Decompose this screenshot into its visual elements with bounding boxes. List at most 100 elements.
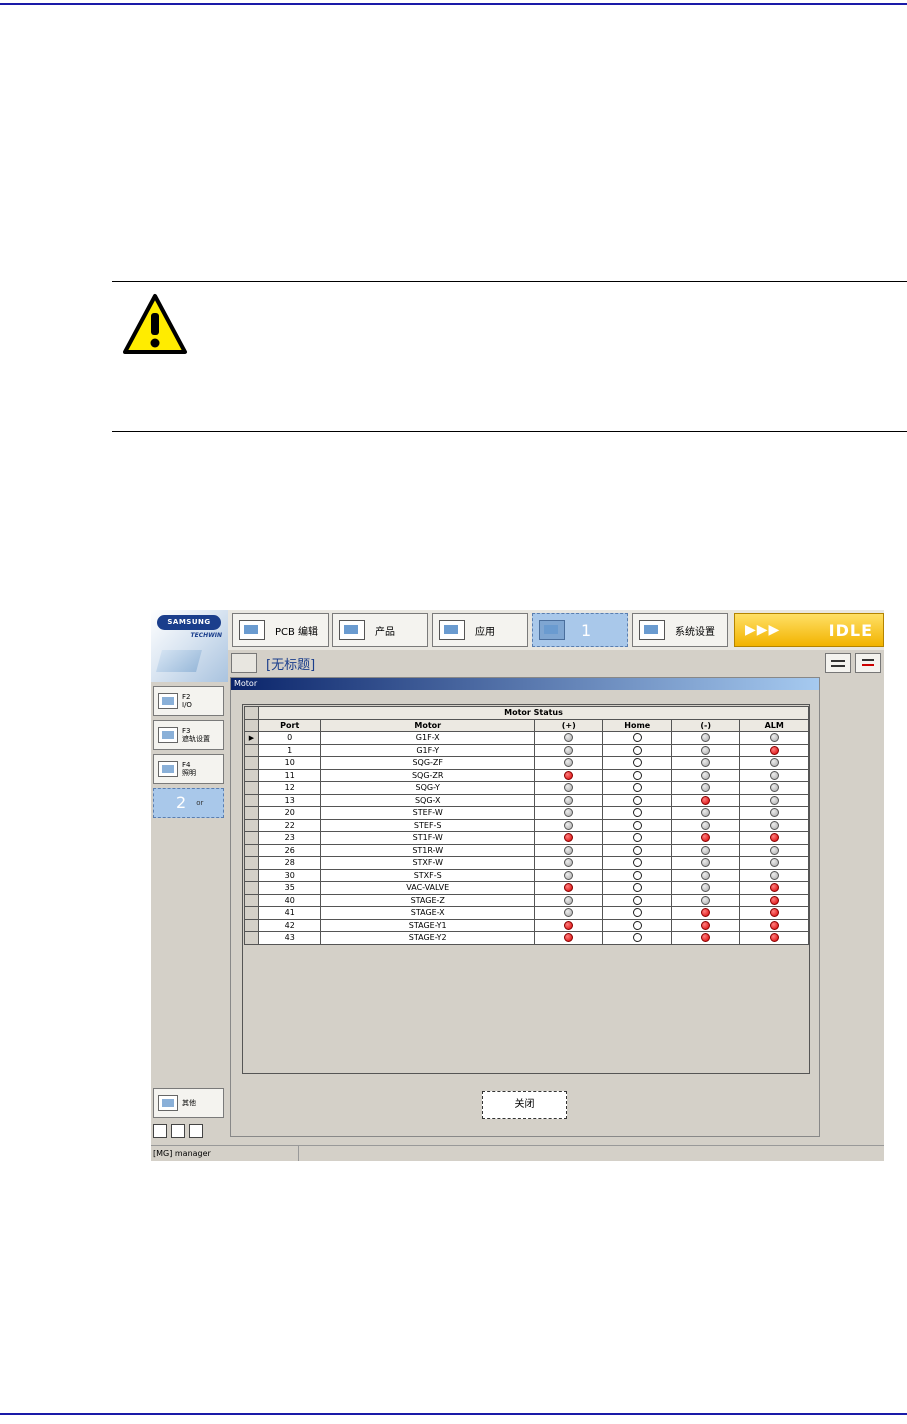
tab-pcb-edit[interactable]: PCB 编辑 xyxy=(232,613,329,647)
table-row[interactable]: 11 SQG-ZR xyxy=(244,768,809,782)
table-row[interactable]: 41 STAGE-X xyxy=(244,906,809,920)
row-selector[interactable] xyxy=(244,743,259,757)
table-row[interactable]: 43 STAGE-Y2 xyxy=(244,931,809,945)
table-row[interactable]: 26 ST1R-W xyxy=(244,843,809,857)
table-row[interactable]: 28 STXF-W xyxy=(244,856,809,870)
sidebar-item-io[interactable]: F2 I/O xyxy=(153,686,224,716)
row-selector[interactable] xyxy=(244,868,259,882)
table-row[interactable]: 35 VAC-VALVE xyxy=(244,881,809,895)
table-row[interactable]: 40 STAGE-Z xyxy=(244,893,809,907)
page-top-rule xyxy=(0,3,907,5)
sidebar-item-lighting[interactable]: F4 照明 xyxy=(153,754,224,784)
status-led-icon xyxy=(632,820,642,830)
save-icon[interactable] xyxy=(171,1124,185,1138)
motor-cell: VAC-VALVE xyxy=(320,881,535,895)
row-selector[interactable] xyxy=(244,806,259,820)
row-selector[interactable] xyxy=(244,931,259,945)
column-header: Home xyxy=(602,718,672,732)
motor-cell: G1F-Y xyxy=(320,743,535,757)
status-led-icon xyxy=(564,820,574,830)
window-caption: Motor xyxy=(231,678,819,690)
table-row[interactable]: 23 ST1F-W xyxy=(244,831,809,845)
tab-label: PCB 编辑 xyxy=(275,626,319,638)
home-status-cell xyxy=(602,818,672,832)
status-led-icon xyxy=(701,895,711,905)
port-cell: 30 xyxy=(257,868,322,882)
home-status-cell xyxy=(602,881,672,895)
table-row[interactable]: 13 SQG-X xyxy=(244,793,809,807)
callout-number: 1 xyxy=(581,620,592,640)
row-selector[interactable] xyxy=(244,781,259,795)
toolbar-conveyor-button[interactable] xyxy=(825,653,851,673)
rail-icon xyxy=(158,727,178,743)
row-selector[interactable] xyxy=(244,756,259,770)
minus-status-cell xyxy=(670,906,741,920)
row-selector[interactable]: ▶ xyxy=(244,731,259,745)
status-led-icon xyxy=(632,795,642,805)
status-led-icon xyxy=(769,808,779,818)
machine-status-idle[interactable]: ▶▶▶ IDLE xyxy=(734,613,884,647)
help-icon[interactable] xyxy=(189,1124,203,1138)
alm-status-cell xyxy=(739,793,809,807)
row-selector[interactable] xyxy=(244,881,259,895)
status-led-icon xyxy=(769,733,779,743)
status-led-icon xyxy=(701,845,711,855)
sidebar-item-rail-settings[interactable]: F3 遮轨设置 xyxy=(153,720,224,750)
row-selector[interactable] xyxy=(244,818,259,832)
port-cell: 41 xyxy=(257,906,322,920)
table-row[interactable]: 1 G1F-Y xyxy=(244,743,809,757)
motor-cell: STEF-S xyxy=(320,818,535,832)
status-led-icon xyxy=(701,808,711,818)
table-row[interactable]: 30 STXF-S xyxy=(244,868,809,882)
sidebar-item-motor[interactable]: 2 or xyxy=(153,788,224,818)
table-row[interactable]: 20 STEF-W xyxy=(244,806,809,820)
table-row[interactable]: 12 SQG-Y xyxy=(244,781,809,795)
application-icon xyxy=(439,620,465,640)
port-cell: 0 xyxy=(257,731,322,745)
row-selector[interactable] xyxy=(244,793,259,807)
table-row[interactable]: 22 STEF-S xyxy=(244,818,809,832)
close-button[interactable]: 关闭 xyxy=(482,1091,567,1119)
row-selector[interactable] xyxy=(244,856,259,870)
row-selector[interactable] xyxy=(244,843,259,857)
status-led-icon xyxy=(632,908,642,918)
table-row[interactable]: 10 SQG-ZF xyxy=(244,756,809,770)
toolbar-layout-button[interactable] xyxy=(855,653,881,673)
status-led-icon xyxy=(564,858,574,868)
status-led-icon xyxy=(701,733,711,743)
sidebar-item-other[interactable]: 其他 xyxy=(153,1088,224,1118)
status-led-icon xyxy=(564,883,574,893)
status-led-icon xyxy=(632,733,642,743)
status-led-icon xyxy=(769,870,779,880)
home-status-cell xyxy=(602,843,672,857)
plus-status-cell xyxy=(533,818,604,832)
minus-status-cell xyxy=(670,743,741,757)
tab-product[interactable]: 产品 xyxy=(332,613,428,647)
table-row[interactable]: ▶ 0 G1F-X xyxy=(244,731,809,745)
row-selector[interactable] xyxy=(244,768,259,782)
status-led-icon xyxy=(701,770,711,780)
input-method-icon[interactable] xyxy=(153,1124,167,1138)
port-cell: 20 xyxy=(257,806,322,820)
row-selector[interactable] xyxy=(244,906,259,920)
tab-system-settings[interactable]: 系统设置 xyxy=(632,613,728,647)
row-selector[interactable] xyxy=(244,918,259,932)
status-led-icon xyxy=(632,883,642,893)
motor-cell: STAGE-X xyxy=(320,906,535,920)
tab-callout-1[interactable]: 1 xyxy=(532,613,628,647)
row-selector[interactable] xyxy=(244,831,259,845)
status-led-icon xyxy=(632,870,642,880)
plus-status-cell xyxy=(533,731,604,745)
document-button[interactable] xyxy=(231,653,257,673)
home-status-cell xyxy=(602,831,672,845)
page-bottom-rule xyxy=(0,1413,907,1415)
tab-application[interactable]: 应用 xyxy=(432,613,528,647)
table-row[interactable]: 42 STAGE-Y1 xyxy=(244,918,809,932)
row-selector[interactable] xyxy=(244,893,259,907)
home-status-cell xyxy=(602,918,672,932)
maintenance-icon xyxy=(539,620,565,640)
motor-status-table: Motor Status Port Motor (+) Home (-) ALM… xyxy=(244,706,809,945)
status-bar: [MG] manager xyxy=(151,1145,884,1161)
port-cell: 22 xyxy=(257,818,322,832)
home-status-cell xyxy=(602,781,672,795)
